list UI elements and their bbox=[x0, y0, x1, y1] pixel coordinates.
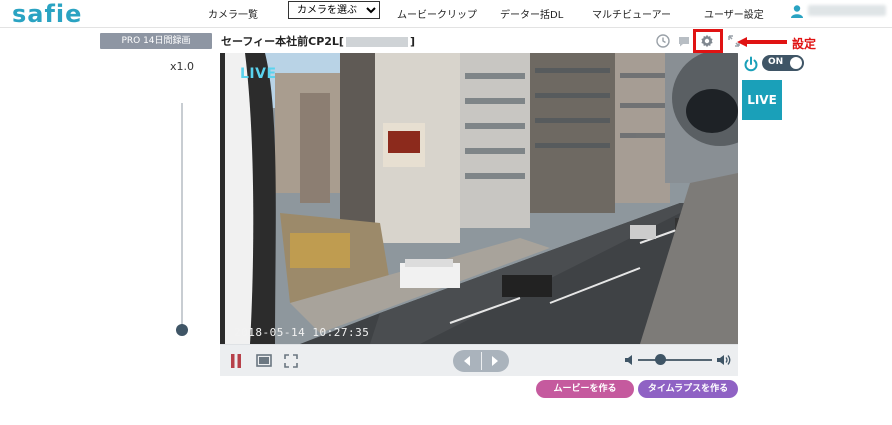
seek-buttons bbox=[453, 350, 509, 372]
prev-icon[interactable] bbox=[461, 355, 473, 367]
power-toggle-knob bbox=[790, 57, 802, 69]
settings-highlight-box bbox=[693, 29, 723, 53]
clock-icon[interactable] bbox=[656, 34, 670, 48]
camera-title-suffix: ] bbox=[409, 35, 415, 48]
video-timestamp: 2018-05-14 10:27:35 bbox=[234, 326, 370, 339]
pause-icon[interactable] bbox=[228, 353, 244, 369]
power-icon[interactable] bbox=[743, 56, 759, 72]
next-icon[interactable] bbox=[489, 355, 501, 367]
timeline-slider-track[interactable] bbox=[181, 103, 183, 329]
camera-title: セーフィー本社前CP2L[] bbox=[221, 33, 415, 49]
nav-movie-clip[interactable]: ムービークリップ bbox=[397, 6, 477, 21]
volume-slider-track[interactable] bbox=[638, 359, 712, 361]
volume-high-icon[interactable] bbox=[716, 353, 732, 367]
fullscreen-icon[interactable] bbox=[284, 354, 298, 368]
screen-icon[interactable] bbox=[256, 354, 272, 368]
zoom-level: x1.0 bbox=[170, 60, 195, 73]
live-overlay-label: LIVE bbox=[240, 66, 277, 82]
video-frame-scene bbox=[220, 53, 738, 344]
top-header: safie カメラ一覧 カメラを選ぶ ムービークリップ データー括DL マルチビ… bbox=[0, 0, 892, 28]
live-button[interactable]: LIVE bbox=[742, 80, 782, 120]
make-movie-button[interactable]: ムービーを作る bbox=[536, 380, 634, 398]
seek-divider bbox=[481, 352, 482, 370]
annotation-label: 設定 bbox=[792, 37, 817, 51]
safie-logo[interactable]: safie bbox=[12, 0, 82, 28]
nav-data-bulk-dl[interactable]: データー括DL bbox=[500, 6, 563, 21]
camera-title-prefix: セーフィー本社前CP2L[ bbox=[221, 35, 344, 48]
nav-multi-viewer[interactable]: マルチビューアー bbox=[592, 6, 671, 21]
volume-slider-knob[interactable] bbox=[654, 354, 666, 365]
annotation-arrow-icon bbox=[737, 37, 787, 47]
power-toggle-label: ON bbox=[768, 57, 784, 67]
app-root: safie カメラ一覧 カメラを選ぶ ムービークリップ データー括DL マルチビ… bbox=[0, 0, 892, 425]
make-timelapse-button[interactable]: タイムラプスを作る bbox=[638, 380, 738, 398]
user-name-masked[interactable] bbox=[808, 5, 886, 16]
playback-control-bar bbox=[220, 344, 738, 376]
chat-icon[interactable] bbox=[677, 34, 691, 48]
user-icon[interactable] bbox=[790, 4, 804, 18]
nav-user-settings[interactable]: ユーザー設定 bbox=[704, 6, 764, 21]
nav-camera-list[interactable]: カメラ一覧 bbox=[208, 6, 258, 21]
camera-select[interactable]: カメラを選ぶ bbox=[288, 1, 380, 19]
camera-video[interactable]: LIVE 2018-05-14 10:27:35 bbox=[220, 53, 738, 344]
power-toggle[interactable]: ON bbox=[762, 55, 804, 71]
camera-id-masked bbox=[345, 37, 408, 47]
plan-badge: PRO 14日間録画 bbox=[100, 33, 212, 49]
timeline-slider-handle[interactable] bbox=[176, 324, 188, 336]
volume-low-icon[interactable] bbox=[624, 354, 635, 366]
